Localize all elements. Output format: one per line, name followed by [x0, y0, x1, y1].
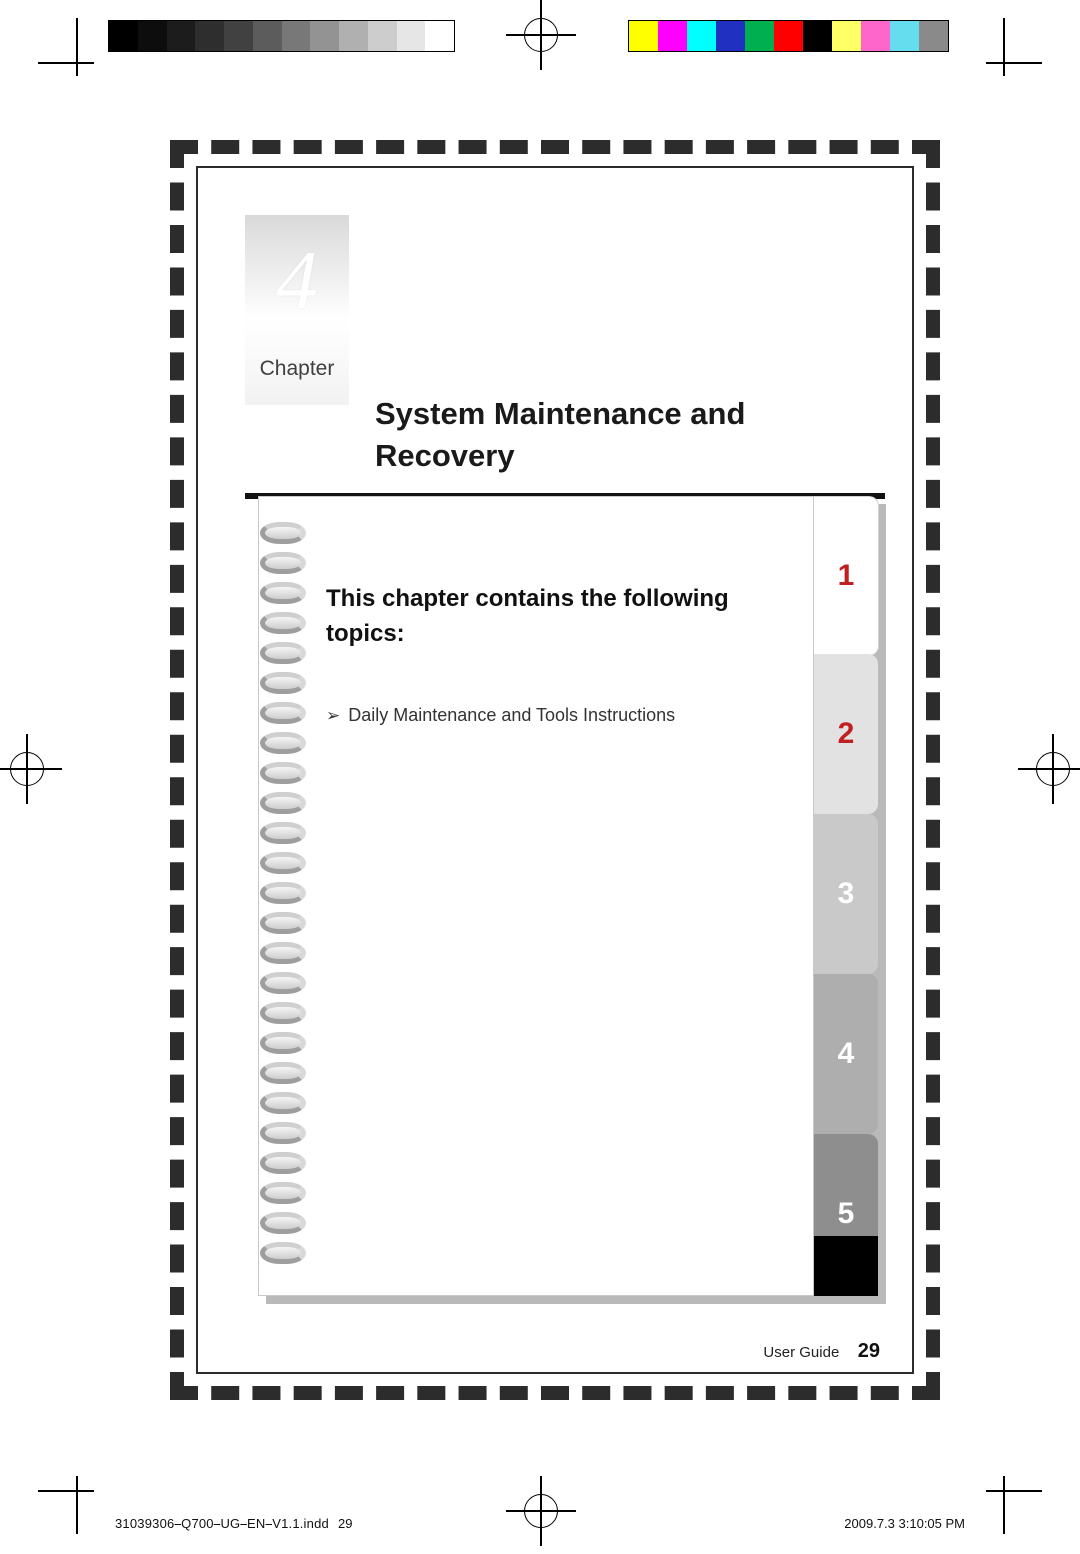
grayscale-swatch-6 [281, 21, 311, 51]
spiral-ring [260, 1212, 306, 1234]
print-slug: 31039306⎯Q700⎯UG⎯EN⎯V1.1.indd 29 2009.7.… [0, 1516, 1080, 1544]
spiral-ring [260, 702, 306, 724]
spiral-ring [260, 732, 306, 754]
spiral-ring [260, 552, 306, 574]
index-tab-4[interactable]: 4 [814, 974, 878, 1134]
spiral-ring [260, 1182, 306, 1204]
slug-filename: 31039306⎯Q700⎯UG⎯EN⎯V1.1.indd [115, 1516, 329, 1531]
grayscale-swatch-2 [166, 21, 196, 51]
index-tab-1[interactable]: 1 [814, 496, 879, 656]
index-tab-1-label: 1 [837, 559, 855, 592]
index-tab-6[interactable] [814, 1236, 878, 1296]
page-title: System Maintenance and Recovery [375, 396, 746, 473]
list-item[interactable]: ➢ Daily Maintenance and Tools Instruction… [326, 701, 796, 730]
grayscale-swatch-9 [367, 21, 397, 51]
color-swatch-2 [687, 21, 716, 51]
grayscale-calibration-bar [108, 20, 455, 52]
crop-mark-top-left-v [76, 18, 78, 76]
topics-heading: This chapter contains the following topi… [326, 585, 729, 647]
index-tab-5-label: 5 [837, 1197, 855, 1230]
spiral-ring [260, 762, 306, 784]
color-swatch-5 [774, 21, 803, 51]
crop-mark-top-left-h [38, 62, 94, 64]
page-number: 29 [857, 1340, 880, 1362]
color-swatch-6 [803, 21, 832, 51]
index-tab-3[interactable]: 3 [814, 814, 878, 974]
grayscale-swatch-7 [310, 21, 339, 51]
topics-list: ➢ Daily Maintenance and Tools Instruction… [326, 701, 796, 730]
registration-cross-top-v [540, 0, 542, 70]
index-tab-3-label: 3 [837, 877, 855, 910]
slug-timestamp: 2009.7.3 3:10:05 PM [844, 1516, 965, 1531]
list-item-label: Daily Maintenance and Tools Instructions [348, 705, 676, 725]
color-calibration-bar [628, 20, 949, 52]
color-swatch-7 [832, 21, 861, 51]
crop-mark-top-right-v [1003, 18, 1005, 76]
index-tab-2[interactable]: 2 [814, 654, 878, 814]
registration-cross-right-v [1052, 734, 1054, 804]
grayscale-swatch-5 [252, 21, 282, 51]
spiral-binding [260, 522, 312, 1272]
chapter-header: 4 Chapter System Maintenance and Recover… [245, 215, 885, 499]
color-swatch-8 [861, 21, 890, 51]
spiral-ring [260, 1122, 306, 1144]
spiral-ring [260, 1032, 306, 1054]
arrow-bullet-icon: ➢ [326, 706, 341, 726]
color-swatch-10 [919, 21, 948, 51]
crop-mark-bottom-left-h [38, 1490, 94, 1492]
registration-cross-right-h [1018, 768, 1080, 770]
spiral-ring [260, 852, 306, 874]
registration-cross-left-v [26, 734, 28, 804]
grayscale-swatch-1 [137, 21, 167, 51]
topics-card: 1 2 3 4 5 This chapter contains the foll… [258, 496, 886, 1304]
grayscale-swatch-11 [425, 21, 454, 51]
spiral-ring [260, 1092, 306, 1114]
chapter-badge: 4 Chapter [245, 215, 349, 405]
grayscale-swatch-8 [339, 21, 368, 51]
spiral-ring [260, 1152, 306, 1174]
spiral-ring [260, 1062, 306, 1084]
color-swatch-9 [890, 21, 919, 51]
spiral-ring [260, 642, 306, 664]
spiral-ring [260, 972, 306, 994]
spiral-ring [260, 912, 306, 934]
registration-cross-left-h [0, 768, 62, 770]
slug-page: 29 [338, 1516, 353, 1531]
spiral-ring [260, 1002, 306, 1024]
spiral-ring [260, 612, 306, 634]
grayscale-swatch-4 [224, 21, 253, 51]
grayscale-swatch-10 [396, 21, 426, 51]
crop-mark-top-right-h [986, 62, 1042, 64]
chapter-word-label: Chapter [259, 357, 335, 380]
spiral-ring [260, 522, 306, 544]
color-swatch-0 [629, 21, 658, 51]
index-tab-4-label: 4 [837, 1037, 855, 1070]
spiral-ring [260, 582, 306, 604]
spiral-ring [260, 942, 306, 964]
color-swatch-4 [745, 21, 774, 51]
footer-label: User Guide [763, 1344, 840, 1361]
index-tab-2-label: 2 [837, 717, 855, 750]
spiral-ring [260, 1242, 306, 1264]
printed-page: 4 Chapter System Maintenance and Recover… [170, 140, 940, 1400]
spiral-ring [260, 672, 306, 694]
color-swatch-3 [716, 21, 745, 51]
page-footer: User Guide 29 [170, 1340, 940, 1363]
color-swatch-1 [658, 21, 687, 51]
grayscale-swatch-0 [109, 21, 138, 51]
spiral-ring [260, 822, 306, 844]
grayscale-swatch-3 [195, 21, 224, 51]
crop-mark-bottom-right-h [986, 1490, 1042, 1492]
spiral-ring [260, 882, 306, 904]
spiral-ring [260, 792, 306, 814]
chapter-number: 4 [276, 234, 318, 327]
